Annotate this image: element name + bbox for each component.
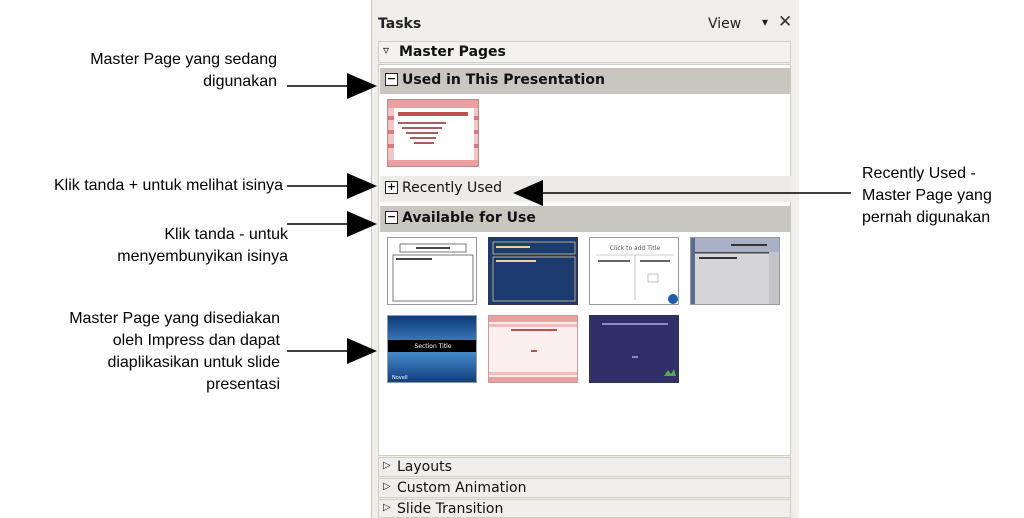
master-thumbnail-click-to-add-title[interactable]: Click to add Title [589, 237, 679, 305]
slide-transition-header[interactable]: ▷ Slide Transition [378, 499, 791, 518]
master-thumbnail-gray[interactable] [690, 237, 780, 305]
collapse-icon[interactable]: − [385, 211, 398, 224]
used-note-line1: Master Page yang sedang [90, 51, 277, 68]
available-note-line3: diaplikasikan untuk slide [107, 354, 280, 371]
custom-animation-header[interactable]: ▷ Custom Animation [378, 478, 791, 498]
available-note-line4: presentasi [206, 376, 280, 393]
available-note-line2: oleh Impress dan dapat [112, 332, 280, 349]
gray-master-preview [691, 238, 779, 304]
used-master-thumbnail[interactable] [387, 99, 479, 167]
thumb-title-text: Click to add Title [610, 245, 661, 252]
thumb-brand-text: Novell [392, 375, 408, 381]
recent-note: Recently Used - Master Page yang pernah … [862, 163, 992, 229]
recent-note-line1: Recently Used - [862, 165, 976, 182]
available-note-line1: Master Page yang disediakan [69, 310, 280, 327]
pink-master-preview [489, 316, 577, 382]
master-pages-label: Master Pages [399, 44, 506, 60]
master-thumbnail-plain[interactable] [387, 237, 477, 305]
title-master-preview: Click to add Title [590, 238, 678, 304]
available-note: Master Page yang disediakan oleh Impress… [69, 308, 280, 396]
navy-master-preview [489, 238, 577, 304]
master-thumbnail-purple[interactable] [589, 315, 679, 383]
expand-note-text: Klik tanda + untuk melihat isinya [53, 177, 283, 194]
collapsed-triangle-icon: ▷ [383, 481, 391, 492]
available-for-use-header[interactable]: − Available for Use [380, 206, 791, 232]
recent-note-line3: pernah digunakan [862, 209, 991, 226]
collapse-note-line1: Klik tanda - untuk [164, 226, 288, 243]
used-master-preview [388, 100, 478, 166]
close-icon[interactable]: ✕ [778, 12, 792, 32]
custom-animation-label: Custom Animation [397, 480, 527, 496]
collapsed-triangle-icon: ▷ [383, 502, 391, 513]
collapse-note-line2: menyembunyikan isinya [117, 248, 288, 265]
collapsed-triangle-icon: ▷ [383, 460, 391, 471]
collapse-icon[interactable]: − [385, 73, 398, 86]
plain-master-preview [388, 238, 476, 304]
purple-master-preview [590, 316, 678, 382]
recent-note-line2: Master Page yang [862, 187, 992, 204]
recently-used-label: Recently Used [402, 180, 503, 196]
view-menu[interactable]: View [708, 16, 741, 32]
collapse-note: Klik tanda - untuk menyembunyikan isinya [117, 224, 288, 268]
used-in-presentation-header[interactable]: − Used in This Presentation [380, 68, 791, 94]
expand-icon[interactable]: + [385, 181, 398, 194]
tasks-pane: Tasks View ▾ ✕ ▿ Master Pages − Used in … [371, 0, 799, 518]
pane-title: Tasks [378, 16, 422, 32]
view-dropdown-icon[interactable]: ▾ [762, 15, 768, 29]
section-master-preview: Section Title Novell [388, 316, 476, 382]
recently-used-header[interactable]: + Recently Used [380, 176, 791, 202]
layouts-label: Layouts [397, 459, 452, 475]
master-pages-header[interactable]: ▿ Master Pages [378, 41, 791, 63]
slide-transition-label: Slide Transition [397, 501, 504, 517]
used-note: Master Page yang sedang digunakan [90, 49, 277, 93]
expand-note: Klik tanda + untuk melihat isinya [54, 175, 283, 197]
expanded-triangle-icon: ▿ [383, 43, 390, 57]
master-thumbnail-pink[interactable] [488, 315, 578, 383]
thumb-section-title: Section Title [414, 343, 451, 350]
master-thumbnail-navy[interactable] [488, 237, 578, 305]
layouts-header[interactable]: ▷ Layouts [378, 457, 791, 477]
master-thumbnail-section-title[interactable]: Section Title Novell [387, 315, 477, 383]
used-label: Used in This Presentation [402, 72, 605, 88]
available-label: Available for Use [402, 210, 536, 226]
used-note-line2: digunakan [203, 73, 277, 90]
